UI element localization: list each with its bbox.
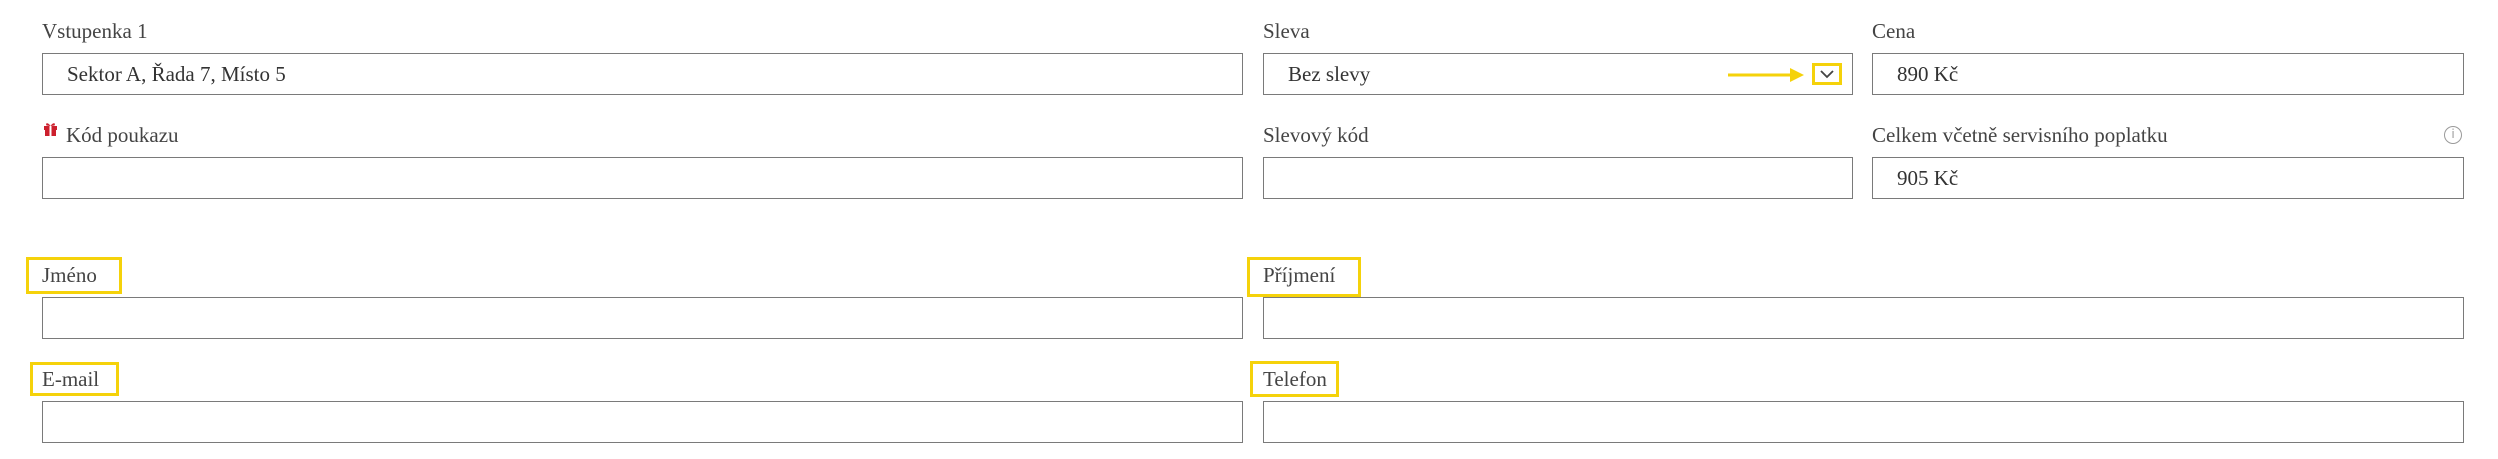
total-label: Celkem včetně servisního poplatku [1872,123,2168,147]
discount-code-input[interactable] [1263,157,1853,199]
info-icon[interactable]: i [2444,126,2462,144]
price-field: 890 Kč [1872,53,2464,95]
price-label: Cena [1872,19,1916,43]
email-input[interactable] [42,401,1243,443]
ticket-seat-field: Sektor A, Řada 7, Místo 5 [42,53,1243,95]
discount-label: Sleva [1263,19,1310,43]
email-label: E-mail [42,367,100,391]
gift-icon [44,123,57,136]
discount-code-label: Slevový kód [1263,123,1369,147]
annotation-arrow [1728,68,1804,82]
last-name-label: Příjmení [1263,263,1336,287]
ticket-label: Vstupenka 1 [42,19,148,43]
voucher-code-input[interactable] [42,157,1243,199]
phone-label: Telefon [1263,367,1327,391]
last-name-input[interactable] [1263,297,2464,339]
chevron-down-icon[interactable] [1812,63,1842,85]
discount-selected-value: Bez slevy [1288,61,1371,86]
price-value: 890 Kč [1897,61,1959,86]
first-name-label: Jméno [42,263,97,287]
total-value: 905 Kč [1897,165,1959,190]
total-field: 905 Kč [1872,157,2464,199]
phone-input[interactable] [1263,401,2464,443]
ticket-seat-value: Sektor A, Řada 7, Místo 5 [67,61,286,86]
voucher-label: Kód poukazu [66,123,179,147]
first-name-input[interactable] [42,297,1243,339]
